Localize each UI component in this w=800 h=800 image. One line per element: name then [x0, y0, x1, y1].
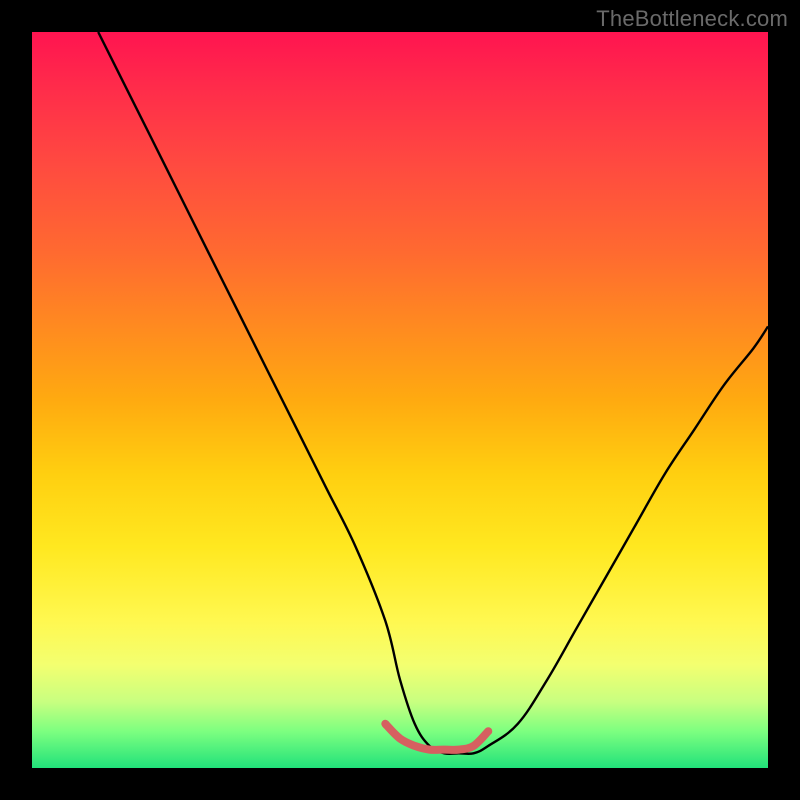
chart-frame: TheBottleneck.com: [0, 0, 800, 800]
optimal-range-highlight: [385, 724, 488, 750]
watermark-text: TheBottleneck.com: [596, 6, 788, 32]
bottleneck-curve: [98, 32, 768, 754]
plot-area: [32, 32, 768, 768]
curve-layer: [32, 32, 768, 768]
